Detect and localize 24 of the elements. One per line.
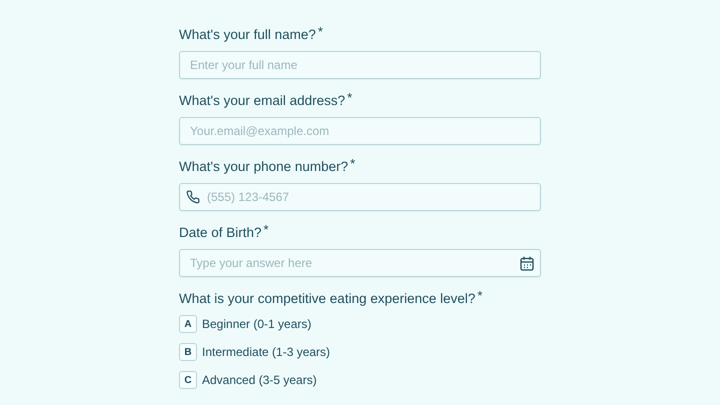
option-key: C	[179, 371, 197, 389]
required-mark: *	[264, 222, 269, 237]
input-field[interactable]: (555) 123-4567	[179, 183, 541, 211]
choice-option[interactable]: A Beginner (0-1 years)	[179, 315, 318, 333]
required-mark: *	[350, 156, 356, 171]
input-field[interactable]: Enter your full name	[179, 51, 541, 79]
required-mark: *	[318, 24, 323, 39]
required-mark: *	[347, 90, 352, 105]
choice-option[interactable]: B Intermediate (1-3 years)	[179, 343, 336, 361]
choice-option[interactable]: C Advanced (3-5 years)	[179, 371, 323, 389]
input-field[interactable]: Type your answer here	[179, 249, 541, 277]
input-field[interactable]: Your.email@example.com	[179, 117, 541, 145]
question-label: What's your email address?	[179, 93, 346, 108]
question-label: Date of Birth?	[179, 225, 262, 240]
question-label: What's your full name?	[179, 27, 316, 42]
option-key: A	[179, 315, 197, 333]
question-label: What's your phone number?	[179, 159, 348, 174]
option-key: B	[179, 343, 197, 361]
calendar-icon[interactable]	[520, 256, 534, 271]
question-label: What is your competitive eating experience level?	[179, 291, 476, 306]
option-label: Intermediate (1-3 years)	[202, 345, 330, 359]
option-label: Beginner (0-1 years)	[202, 317, 312, 331]
required-mark: *	[477, 288, 482, 303]
option-label: Advanced (3-5 years)	[202, 373, 317, 387]
